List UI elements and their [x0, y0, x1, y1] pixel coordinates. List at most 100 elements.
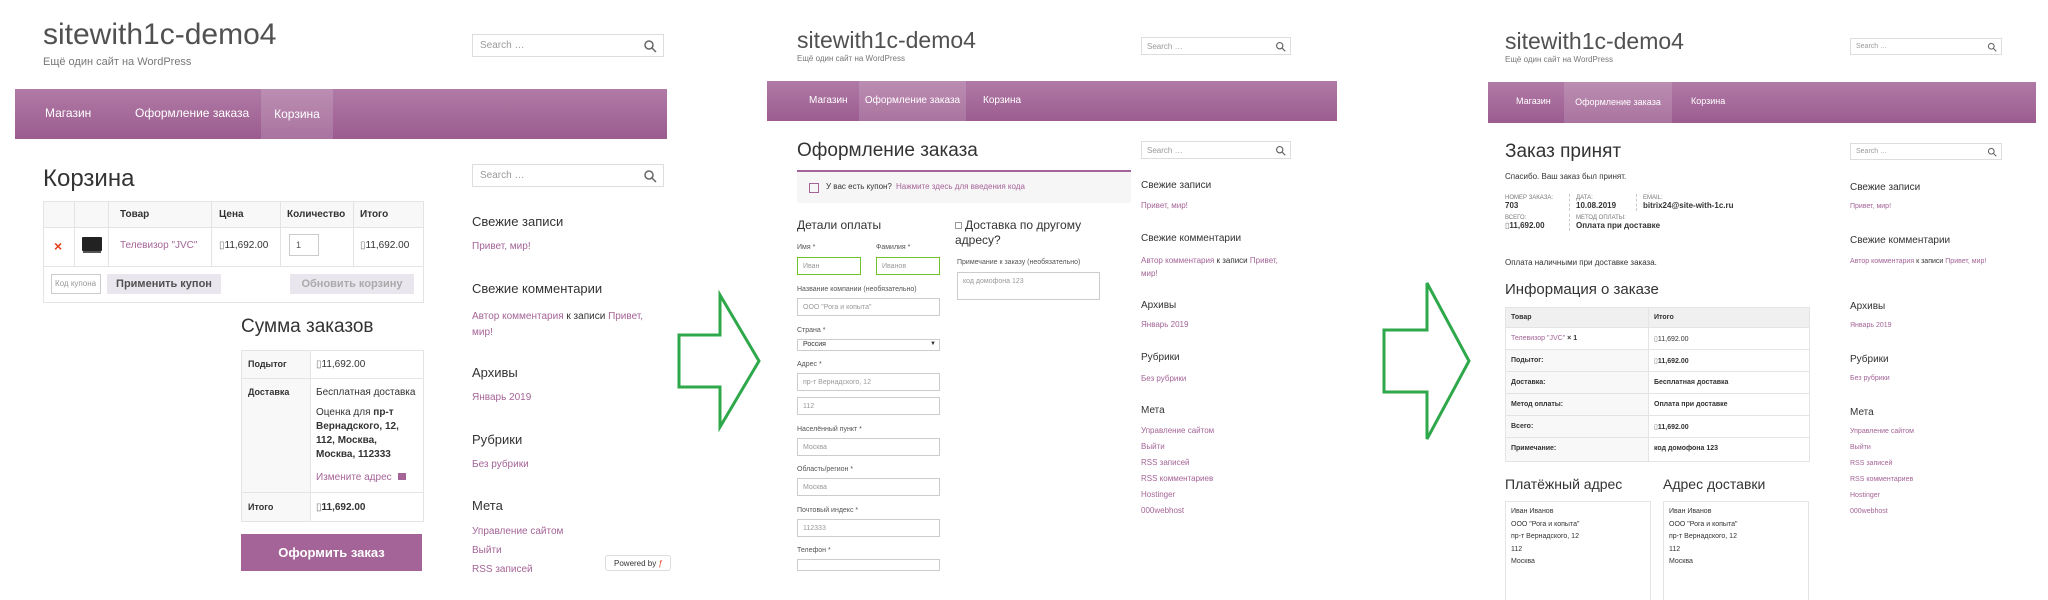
order-notes-label: Примечание к заказу (необязательно)	[957, 259, 1081, 266]
update-cart-button[interactable]: Обновить корзину	[290, 274, 414, 294]
proceed-to-checkout-button[interactable]: Оформить заказ	[241, 534, 422, 571]
thank-you-message: Спасибо. Ваш заказ был принят.	[1505, 172, 1627, 181]
country-label: Страна *	[797, 327, 826, 334]
address-line-2-field[interactable]: 112	[797, 397, 940, 415]
sidebar-search-input[interactable]: Search …	[472, 164, 664, 187]
ship-checkbox[interactable]	[955, 222, 962, 229]
column-header-total: Итого	[360, 209, 389, 220]
meta-link-rss-posts[interactable]: RSS записей	[472, 564, 533, 575]
ship-to-different-address[interactable]: Доставка по другому адресу?	[955, 218, 1081, 248]
nav-checkout[interactable]: Оформление заказа	[135, 106, 249, 120]
meta-link-logout[interactable]: Выйти	[1141, 442, 1165, 451]
category-link[interactable]: Без рубрики	[1850, 375, 1890, 382]
info-icon	[809, 183, 819, 193]
table-row-label: Подытог:	[1511, 357, 1544, 364]
site-title[interactable]: sitewith1c-demo4	[43, 18, 276, 52]
nav-checkout[interactable]: Оформление заказа	[859, 81, 966, 121]
primary-navigation: Магазин Оформление заказа Корзина	[767, 81, 1337, 121]
meta-link-000webhost[interactable]: 000webhost	[1141, 506, 1184, 515]
product-link[interactable]: Телевизор "JVC"	[1511, 335, 1565, 342]
change-address-link[interactable]: Измените адрес	[316, 472, 407, 483]
search-icon[interactable]	[643, 39, 657, 53]
country-select[interactable]: Россия ▼	[797, 339, 940, 351]
search-placeholder: Search …	[1856, 43, 1888, 50]
meta-link-site-admin[interactable]: Управление сайтом	[1141, 426, 1214, 435]
meta-link-rss-comments[interactable]: RSS комментариев	[1141, 474, 1213, 483]
product-thumbnail[interactable]	[82, 237, 102, 251]
recent-post-link[interactable]: Привет, мир!	[1141, 201, 1188, 210]
search-input[interactable]: Search …	[472, 34, 664, 57]
nav-shop[interactable]: Магазин	[809, 95, 848, 106]
comment-author-link[interactable]: Автор комментария	[472, 311, 564, 322]
coupon-code-input[interactable]: Код купона	[51, 274, 101, 294]
nav-shop[interactable]: Магазин	[1516, 96, 1551, 106]
recent-post-link[interactable]: Привет, мир!	[472, 241, 531, 252]
meta-link-rss-posts[interactable]: RSS записей	[1141, 458, 1190, 467]
search-placeholder: Search …	[1147, 42, 1183, 51]
address-line-1-field[interactable]: пр-т Вернадского, 12	[797, 373, 940, 391]
meta-link-hostinger[interactable]: Hostinger	[1141, 490, 1175, 499]
nav-cart[interactable]: Корзина	[983, 95, 1021, 106]
last-name-field[interactable]: Иванов	[876, 257, 940, 275]
archive-link[interactable]: Январь 2019	[1141, 320, 1188, 329]
meta-link-site-admin[interactable]: Управление сайтом	[1850, 428, 1914, 435]
meta-link-rss-comments[interactable]: RSS комментариев	[1850, 476, 1913, 483]
recent-post-link[interactable]: Привет, мир!	[1850, 203, 1891, 210]
search-icon[interactable]	[1275, 41, 1286, 52]
city-field[interactable]: Москва	[797, 438, 940, 456]
search-icon[interactable]	[643, 169, 657, 183]
payment-instructions: Оплата наличными при доставке заказа.	[1505, 258, 1657, 267]
nav-cart[interactable]: Корзина	[261, 89, 333, 139]
page-title: Заказ принят	[1505, 141, 1622, 162]
search-icon[interactable]	[1987, 147, 1997, 157]
search-input[interactable]: Search …	[1141, 37, 1291, 55]
shipping-address: Иван Иванов ООО "Рога и копыта" пр-т Вер…	[1663, 501, 1809, 600]
site-title[interactable]: sitewith1c-demo4	[1505, 28, 1684, 55]
page-title: Корзина	[43, 165, 135, 192]
archive-link[interactable]: Январь 2019	[1850, 322, 1892, 329]
nav-checkout[interactable]: Оформление заказа	[1564, 82, 1672, 123]
coupon-toggle-link[interactable]: Нажмите здесь для введения кода	[896, 182, 1025, 191]
row-value: код домофона 123	[1654, 445, 1719, 452]
comment-post-link[interactable]: Привет, мир!	[1945, 258, 1986, 265]
category-link[interactable]: Без рубрики	[1141, 374, 1186, 383]
shipping-estimate: Оценка для пр-т Вернадского, 12, 112, Мо…	[316, 407, 399, 460]
meta-link-site-admin[interactable]: Управление сайтом	[472, 526, 563, 537]
comment-author-link[interactable]: Автор комментария	[1850, 258, 1914, 265]
meta-link-hostinger[interactable]: Hostinger	[1850, 492, 1880, 499]
search-icon[interactable]	[1987, 42, 1997, 52]
phone-field[interactable]	[797, 559, 940, 571]
nav-shop[interactable]: Магазин	[45, 106, 91, 120]
region-label: Область/регион *	[797, 466, 854, 473]
widget-title-recent-comments: Свежие комментарии	[1850, 235, 1951, 246]
sidebar-search-input[interactable]: Search …	[1141, 141, 1291, 159]
sidebar-search-input[interactable]: Search …	[1850, 143, 2002, 160]
apply-coupon-button[interactable]: Применить купон	[107, 274, 221, 294]
meta-link-logout[interactable]: Выйти	[1850, 444, 1871, 451]
meta-link-000webhost[interactable]: 000webhost	[1850, 508, 1888, 515]
first-name-field[interactable]: Иван	[797, 257, 861, 275]
order-notes-textarea[interactable]: код домофона 123	[957, 272, 1100, 300]
table-row: Телевизор "JVC" × 1	[1511, 335, 1578, 342]
powered-by-badge[interactable]: Powered by ƒ	[605, 555, 671, 571]
postcode-field[interactable]: 112333	[797, 519, 940, 537]
region-field[interactable]: Москва	[797, 478, 940, 496]
widget-title-archives: Архивы	[1141, 300, 1177, 311]
company-field[interactable]: ООО "Рога и копыта"	[797, 298, 940, 316]
category-link[interactable]: Без рубрики	[472, 459, 529, 470]
site-title[interactable]: sitewith1c-demo4	[797, 27, 976, 54]
archive-link[interactable]: Январь 2019	[472, 392, 531, 403]
search-icon[interactable]	[1275, 145, 1286, 156]
product-link[interactable]: Телевизор "JVC"	[120, 240, 197, 251]
remove-item-icon[interactable]: ×	[54, 238, 62, 254]
shipping-address-heading: Адрес доставки	[1663, 476, 1766, 492]
recent-comment: Автор комментария к записи Привет, мир!	[1141, 256, 1278, 278]
widget-title-meta: Мета	[472, 498, 503, 513]
meta-link-logout[interactable]: Выйти	[472, 545, 502, 556]
nav-cart[interactable]: Корзина	[1691, 96, 1725, 106]
meta-link-rss-posts[interactable]: RSS записей	[1850, 460, 1892, 467]
coupon-notice: У вас есть купон? Нажмите здесь для введ…	[797, 170, 1131, 203]
comment-author-link[interactable]: Автор комментария	[1141, 256, 1214, 265]
quantity-input[interactable]: 1	[289, 234, 319, 256]
search-input[interactable]: Search …	[1850, 38, 2002, 55]
